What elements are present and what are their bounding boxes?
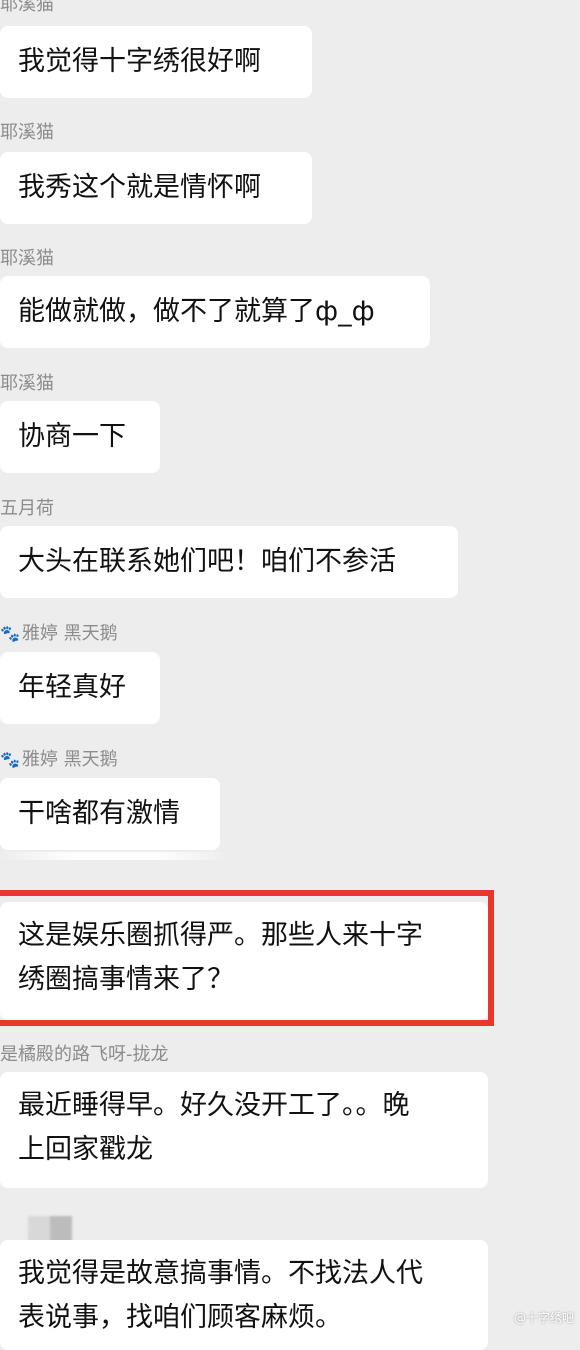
message-text: 协商一下 [18, 421, 126, 452]
message-bubble[interactable]: 最近睡得早。好久没开工了。。晚 上回家戳龙 [0, 1072, 488, 1188]
message-bubble[interactable]: 年轻真好 [0, 652, 160, 724]
sender-name: 是橘殿的路飞呀-拢龙 [0, 1044, 169, 1065]
divider [0, 852, 230, 860]
message-text-line: 表说事，找咱们顾客麻烦。 [18, 1302, 342, 1333]
avatar[interactable] [28, 1216, 72, 1242]
message-text: 能做就做，做不了就算了ф_ф [18, 296, 375, 327]
sender-name: 耶溪猫 [0, 0, 54, 15]
sender-name: 雅婷 黑天鹅 [21, 623, 118, 644]
message-bubble[interactable]: 干啥都有激情 [0, 778, 220, 850]
message-text: 干啥都有激情 [18, 798, 180, 829]
sender-name: 耶溪猫 [0, 248, 54, 269]
message-text-line: 上回家戳龙 [18, 1134, 153, 1165]
paw-icon: 🐾 [0, 624, 20, 643]
message-text-line: 最近睡得早。好久没开工了。。晚 [18, 1090, 410, 1121]
message-bubble[interactable]: 能做就做，做不了就算了ф_ф [0, 276, 430, 348]
watermark: @十字绣吧 [513, 1311, 574, 1325]
message-bubble[interactable]: 我觉得十字绣很好啊 [0, 26, 312, 98]
sender-name: 雅婷 黑天鹅 [21, 749, 118, 770]
sender-name: 耶溪猫 [0, 122, 54, 143]
sender-name: 耶溪猫 [0, 373, 54, 394]
sender-name: 五月荷 [0, 498, 54, 519]
message-bubble[interactable]: 大头在联系她们吧！咱们不参活 [0, 526, 458, 598]
sender-row: 🐾 雅婷 黑天鹅 [0, 623, 118, 645]
message-bubble[interactable]: 我觉得是故意搞事情。不找法人代 表说事，找咱们顾客麻烦。 [0, 1240, 488, 1350]
highlight-box [0, 890, 494, 1026]
message-text: 大头在联系她们吧！咱们不参活 [18, 546, 396, 577]
message-text: 我觉得十字绣很好啊 [18, 46, 261, 77]
paw-icon: 🐾 [0, 750, 20, 769]
message-text: 我秀这个就是情怀啊 [18, 172, 261, 203]
message-bubble[interactable]: 协商一下 [0, 401, 160, 473]
sender-row: 🐾 雅婷 黑天鹅 [0, 749, 118, 771]
message-text: 年轻真好 [18, 672, 126, 703]
message-bubble[interactable]: 我秀这个就是情怀啊 [0, 152, 312, 224]
message-text-line: 我觉得是故意搞事情。不找法人代 [18, 1258, 423, 1289]
